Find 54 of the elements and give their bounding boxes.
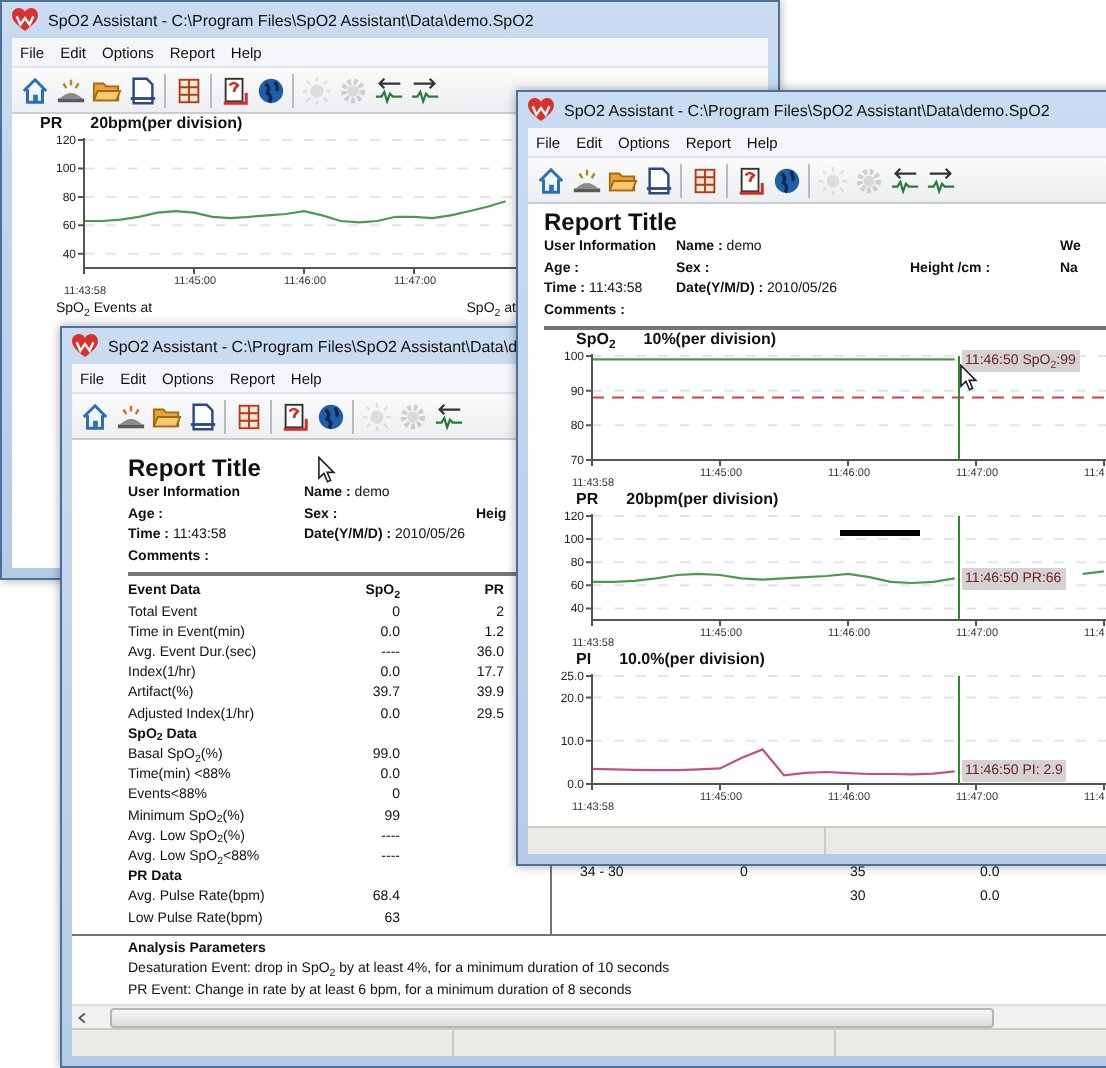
dish-icon	[571, 165, 601, 195]
document-icon	[187, 401, 217, 431]
y-axis	[77, 137, 85, 269]
globe-icon	[255, 75, 285, 105]
chart-title: PR	[40, 114, 63, 134]
chart-document-icon	[279, 401, 309, 431]
home-icon	[19, 75, 49, 105]
window-title: SpO2 Assistant - C:\Program Files\SpO2 Assistant\Data\demo.SpO2	[48, 11, 534, 29]
gear-icon	[853, 165, 883, 195]
left-arrow-wave-icon	[433, 401, 463, 431]
chart-title: PR	[576, 490, 599, 511]
chart-scale: 10%(per division)	[643, 330, 777, 351]
home-icon	[535, 165, 565, 195]
left-arrow-wave-icon	[373, 75, 403, 105]
sun-icon	[301, 75, 331, 105]
chart-document-icon	[219, 75, 249, 105]
horizontal-scrollbar[interactable]	[72, 1004, 1106, 1028]
chart-document-icon	[735, 165, 765, 195]
drag-bar	[840, 530, 920, 536]
pointer-icon	[318, 456, 336, 484]
chart-scale: 20bpm(per division)	[90, 114, 243, 134]
right-arrow-wave-icon	[409, 75, 439, 105]
home-icon	[79, 401, 109, 431]
report-title: Report Title	[128, 454, 261, 484]
dish-icon	[55, 75, 85, 105]
pointer-icon	[960, 364, 978, 392]
chart-title: PI	[576, 650, 592, 671]
gear-icon	[337, 75, 367, 105]
y-axis	[585, 513, 593, 622]
window-title: SpO2 Assistant - C:\Program Files\SpO2 Assistant\Data\demo.SpO2	[564, 101, 1050, 119]
globe-icon	[771, 165, 801, 195]
document-icon	[127, 75, 157, 105]
globe-icon	[315, 401, 345, 431]
y-axis	[585, 673, 593, 786]
sun-icon	[817, 165, 847, 195]
heart-logo-icon	[12, 8, 38, 32]
table-icon	[233, 401, 263, 431]
window-title: SpO2 Assistant - C:\Program Files\SpO2 Assistant\Data\d	[108, 337, 518, 355]
gear-icon	[397, 401, 427, 431]
cursor-line[interactable]	[957, 356, 961, 461]
table-icon	[689, 165, 719, 195]
right-arrow-wave-icon	[925, 165, 955, 195]
chart-scale: 20bpm(per division)	[626, 490, 779, 511]
report-title: Report Title	[544, 208, 677, 238]
left-arrow-wave-icon	[889, 165, 919, 195]
table-icon	[173, 75, 203, 105]
heart-logo-icon	[528, 98, 554, 122]
sun-icon	[361, 401, 391, 431]
document-icon	[643, 165, 673, 195]
chart-title: SpO$_{2}$	[576, 330, 616, 351]
chart-scale: 10.0%(per division)	[619, 650, 765, 671]
heart-logo-icon	[72, 334, 98, 358]
y-axis	[585, 353, 593, 462]
dish-icon	[115, 401, 145, 431]
